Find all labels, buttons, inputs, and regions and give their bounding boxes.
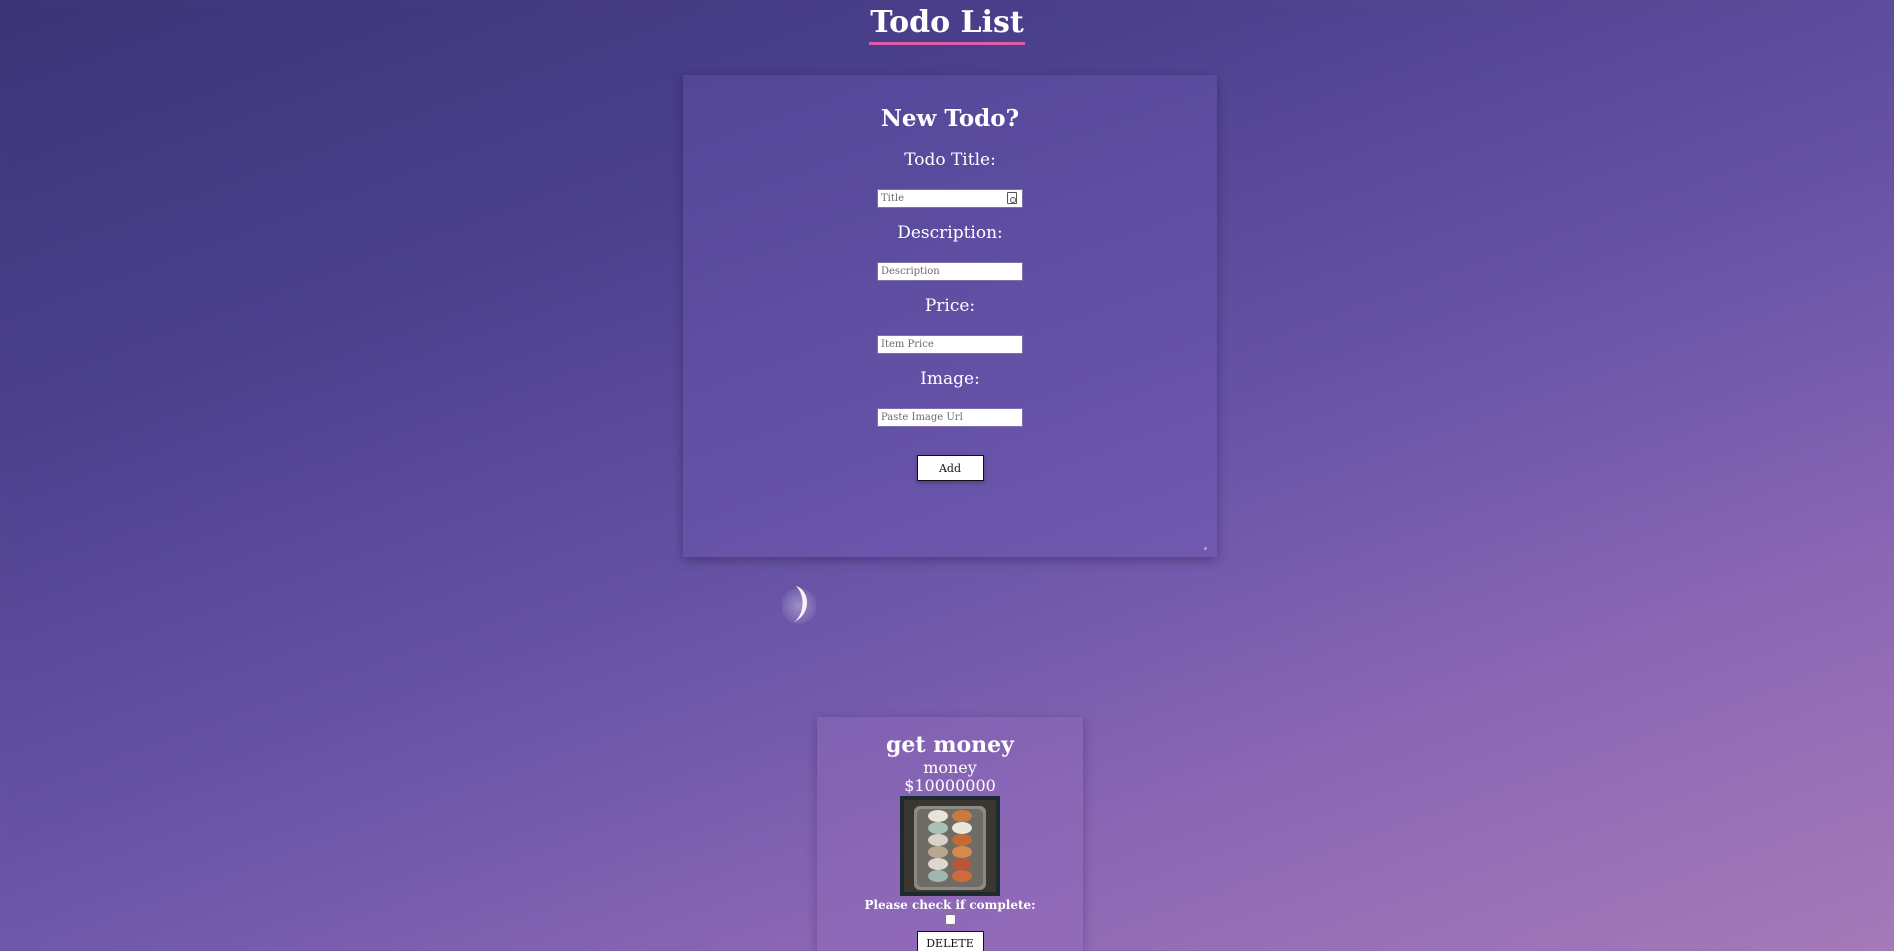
page-title: Todo List — [869, 4, 1025, 45]
todo-title-input[interactable] — [877, 189, 1023, 208]
crescent-moon-icon — [782, 586, 816, 624]
complete-prompt: Please check if complete: — [864, 898, 1036, 912]
todo-title: get money — [886, 732, 1014, 758]
complete-checkbox[interactable] — [944, 914, 956, 925]
todo-title-label: Todo Title: — [904, 150, 996, 170]
image-url-input[interactable] — [877, 408, 1023, 427]
price-input[interactable] — [877, 335, 1023, 354]
resize-handle-icon[interactable] — [1204, 547, 1207, 550]
description-input[interactable] — [877, 262, 1023, 281]
todo-image — [900, 796, 1000, 896]
page-title-wrapper: Todo List — [0, 2, 1894, 45]
todo-card: get money money $10000000 Please check i… — [817, 717, 1083, 951]
image-label: Image: — [920, 369, 980, 389]
title-input-wrapper — [877, 189, 1023, 208]
todo-price: $10000000 — [904, 776, 996, 795]
todo-description: money — [923, 758, 977, 777]
description-label: Description: — [897, 223, 1003, 243]
form-heading: New Todo? — [880, 105, 1020, 132]
delete-button[interactable]: DELETE — [916, 931, 984, 951]
add-button[interactable]: Add — [916, 455, 984, 481]
price-label: Price: — [924, 296, 976, 316]
contact-autofill-icon[interactable] — [1007, 192, 1017, 204]
new-todo-form: New Todo? Todo Title: Description: Price… — [683, 75, 1217, 557]
